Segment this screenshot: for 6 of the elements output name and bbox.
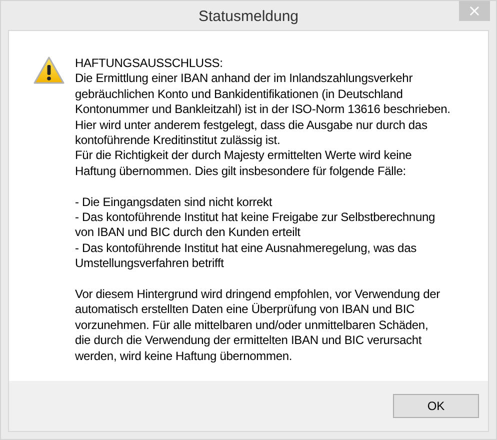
window-title: Statusmeldung (198, 8, 299, 24)
message-text: Vor diesem Hintergrund wird dringend empfohlen, vor Verwendung der automatisch erstellten Daten eine Überprüfung von IBAN und BIC vorzunehmen. Für alle mittelbaren und/oder unmittelbaren Schäden, die durch die Verwendung der ermittelten IBAN und BIC verursacht werden, wird keine Haftung übernommen. (75, 287, 441, 364)
ok-button[interactable]: OK (393, 394, 479, 418)
message-text: - Die Eingangsdaten sind nicht korrekt - Das kontoführende Institut hat keine Freigabe zur Selbstberechnung von IBAN und BIC durch den Kunden erteilt - Das kontoführende Institut hat eine Ausnahmeregelung, was das Umstellungsverfahren betrifft (75, 194, 436, 272)
message-text: HAFTUNGSAUSSCHLUSS: Die Ermittlung einer IBAN anhand der im Inlandszahlungsverkehr gebräuchlichen Konto und Bankidentifikationen (in Deutschland Kontonummer und Bankleitzahl) ist in der ISO-Norm 13616 beschrieben. Hier wird unter anderem festgelegt, dass die Ausgabe nur durch das kontoführende Kreditinstitut zulässig ist. Für die Richtigkeit der durch Majesty ermittelten Werte wird keine Haftung übernommen. Dies gilt insbesondere für folgende Fälle: (75, 56, 450, 180)
warning-icon (33, 56, 65, 85)
